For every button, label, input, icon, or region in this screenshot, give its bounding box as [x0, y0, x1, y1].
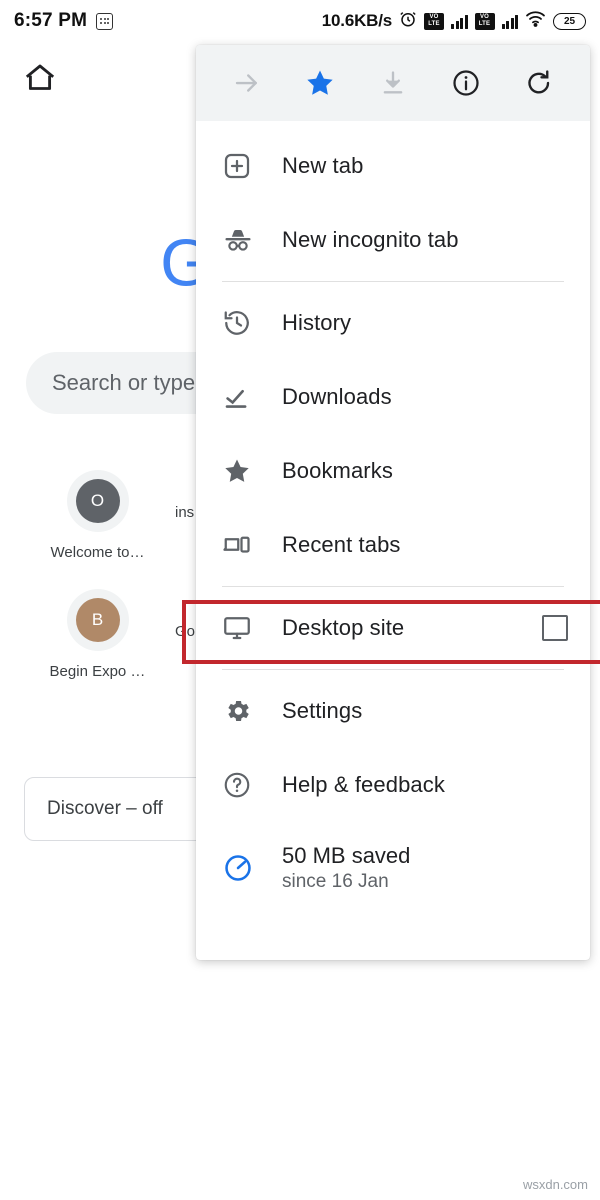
avatar: B — [67, 589, 129, 651]
menu-item-label: Settings — [282, 698, 362, 724]
data-saver-amount: 50 MB saved — [282, 843, 410, 869]
data-saver-speedometer-icon — [222, 852, 268, 884]
menu-item-data-saver[interactable]: 50 MB saved since 16 Jan — [196, 822, 590, 914]
help-circle-icon — [222, 770, 268, 800]
history-icon — [222, 308, 268, 338]
data-saver-since: since 16 Jan — [282, 871, 410, 893]
shortcut-tile[interactable]: B Begin Expo … — [20, 589, 175, 680]
menu-item-label: Bookmarks — [282, 458, 393, 484]
home-icon[interactable] — [22, 60, 58, 96]
menu-toolbar — [196, 45, 590, 121]
status-bar: 6:57 PM 10.6KB/s VOLTE VOLTE — [0, 0, 600, 42]
tile-initial: B — [76, 598, 120, 642]
menu-divider — [222, 281, 564, 282]
volte-sim2-icon: VOLTE — [475, 13, 495, 30]
downloads-icon — [222, 382, 268, 412]
search-placeholder: Search or type — [52, 370, 195, 396]
wifi-icon — [525, 10, 546, 32]
volte-sim1-icon: VOLTE — [424, 13, 444, 30]
bookmarks-star-icon — [222, 456, 268, 486]
data-saver-text: 50 MB saved since 16 Jan — [282, 843, 410, 893]
menu-item-settings[interactable]: Settings — [196, 674, 590, 748]
tile-label-cutoff: Go — [175, 589, 195, 680]
signal-bars-sim1-icon — [451, 14, 468, 29]
reload-icon[interactable] — [516, 60, 562, 106]
tile-initial: O — [76, 479, 120, 523]
menu-item-list: New tab New incognito tab — [196, 121, 590, 914]
battery-indicator: 25 — [553, 13, 586, 30]
menu-item-help-feedback[interactable]: Help & feedback — [196, 748, 590, 822]
screen-root: 6:57 PM 10.6KB/s VOLTE VOLTE — [0, 0, 600, 1200]
browser-overflow-menu: New tab New incognito tab — [196, 45, 590, 960]
shortcut-tile[interactable]: O Welcome to… — [20, 470, 175, 561]
menu-item-desktop-site[interactable]: Desktop site — [196, 591, 590, 665]
avatar: O — [67, 470, 129, 532]
incognito-icon — [222, 224, 268, 256]
menu-item-recent-tabs[interactable]: Recent tabs — [196, 508, 590, 582]
alarm-clock-icon — [399, 10, 417, 33]
signal-bars-sim2-icon — [502, 14, 519, 29]
menu-item-label: Recent tabs — [282, 532, 401, 558]
recent-tabs-icon — [222, 530, 268, 560]
desktop-site-checkbox[interactable] — [542, 615, 568, 641]
watermark: wsxdn.com — [523, 1177, 588, 1192]
menu-item-label: New incognito tab — [282, 227, 459, 253]
status-time: 6:57 PM — [14, 10, 87, 32]
menu-item-history[interactable]: History — [196, 286, 590, 360]
discover-chip-label: Discover – off — [47, 798, 163, 820]
forward-arrow-icon[interactable] — [224, 60, 270, 106]
status-bar-left: 6:57 PM — [14, 10, 113, 32]
tile-label: Begin Expo … — [50, 663, 146, 680]
menu-item-label: Help & feedback — [282, 772, 445, 798]
tile-label-cutoff: ins — [175, 470, 194, 561]
menu-item-new-tab[interactable]: New tab — [196, 129, 590, 203]
network-speed: 10.6KB/s — [322, 11, 392, 31]
menu-divider — [222, 586, 564, 587]
menu-item-bookmarks[interactable]: Bookmarks — [196, 434, 590, 508]
status-bar-right: 10.6KB/s VOLTE VOLTE 25 — [322, 10, 586, 33]
menu-item-label: New tab — [282, 153, 363, 179]
menu-divider — [222, 669, 564, 670]
grid-dots-icon — [96, 13, 113, 30]
new-tab-icon — [222, 151, 268, 181]
menu-item-new-incognito-tab[interactable]: New incognito tab — [196, 203, 590, 277]
info-icon[interactable] — [443, 60, 489, 106]
download-icon[interactable] — [370, 60, 416, 106]
desktop-monitor-icon — [222, 613, 268, 643]
menu-item-downloads[interactable]: Downloads — [196, 360, 590, 434]
star-icon[interactable] — [297, 60, 343, 106]
menu-item-label: Desktop site — [282, 615, 404, 641]
settings-gear-icon — [222, 696, 268, 726]
menu-item-label: History — [282, 310, 351, 336]
tile-label: Welcome to… — [51, 544, 145, 561]
menu-item-label: Downloads — [282, 384, 392, 410]
